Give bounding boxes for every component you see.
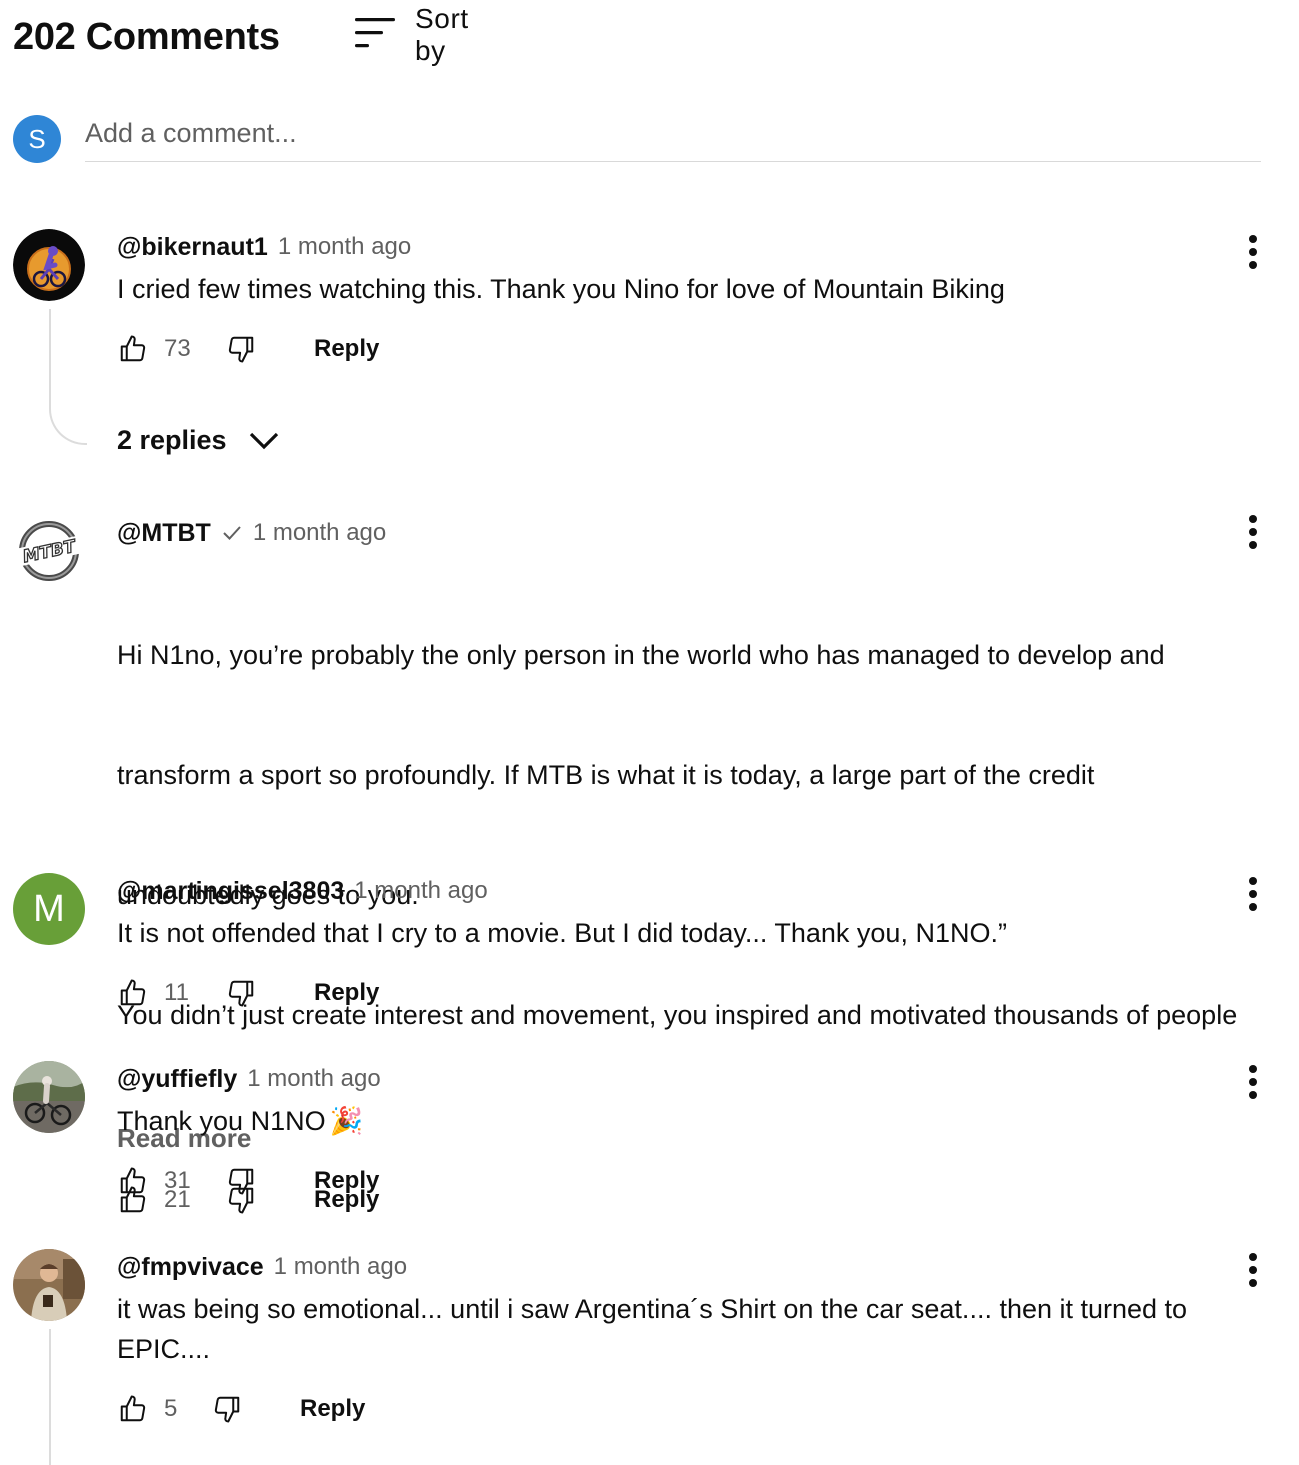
like-count: 5 [164, 1395, 178, 1422]
comment-thread: MTBT @MTBT 1 month ago Hi N1no, you’re p… [13, 515, 1293, 1214]
comment-time[interactable]: 1 month ago [253, 519, 386, 547]
replies-count-label: 2 replies [117, 425, 227, 455]
person-photo-icon [13, 1249, 85, 1321]
comments-header: 202 Comments Sort by [13, 3, 468, 66]
comment-meta: @yuffiefly 1 month ago [117, 1061, 1287, 1097]
view-replies-button[interactable]: 2 replies [117, 425, 279, 456]
thumbs-down-icon[interactable] [225, 333, 257, 365]
thumbs-down-icon[interactable] [211, 1393, 243, 1425]
more-vert-icon[interactable] [1238, 509, 1268, 555]
comment-meta: @MTBT 1 month ago [117, 515, 1287, 551]
comment-actions: 11 Reply [117, 973, 1287, 1013]
author-avatar[interactable] [13, 229, 85, 301]
like-count: 31 [164, 1167, 191, 1194]
thumbs-up-icon[interactable] [117, 977, 149, 1009]
sort-by-button[interactable]: Sort by [355, 3, 469, 66]
comments-count-title: 202 Comments [13, 15, 280, 58]
reply-button[interactable]: Reply [300, 1395, 365, 1423]
comment-body: @bikernaut1 1 month ago I cried few time… [117, 229, 1287, 369]
comment-actions: 73 Reply [117, 329, 1287, 369]
comment-author[interactable]: @fmpvivace [117, 1253, 264, 1282]
comment-author[interactable]: @bikernaut1 [117, 233, 268, 262]
add-comment-row: S [13, 105, 1263, 165]
comment-thread: @yuffiefly 1 month ago Thank you N1NO 🎉 3… [13, 1061, 1293, 1211]
comment-body: @martingissel3803 1 month ago It is not … [117, 873, 1287, 1013]
reply-button[interactable]: Reply [314, 979, 379, 1007]
comment-actions: 5 Reply [117, 1389, 1287, 1429]
thumbs-up-icon[interactable] [117, 1393, 149, 1425]
checkmark-icon [221, 522, 243, 544]
current-user-avatar: S [13, 115, 61, 163]
comment-thread: @bikernaut1 1 month ago I cried few time… [13, 229, 1293, 456]
like-count: 73 [164, 335, 191, 362]
comment-actions: 31 Reply [117, 1161, 1287, 1201]
thumbs-down-icon[interactable] [225, 977, 257, 1009]
sort-lines-icon [355, 17, 395, 53]
thumbs-down-icon[interactable] [225, 1165, 257, 1197]
comment-text: Hi N1no, you’re probably the only person… [117, 555, 1287, 1115]
thumbs-up-icon[interactable] [117, 1165, 149, 1197]
comment-time[interactable]: 1 month ago [354, 877, 487, 905]
author-avatar[interactable]: M [13, 873, 85, 945]
comment-meta: @martingissel3803 1 month ago [117, 873, 1287, 909]
more-vert-icon[interactable] [1238, 229, 1268, 275]
like-count: 11 [164, 979, 189, 1006]
more-vert-icon[interactable] [1238, 871, 1268, 917]
add-comment-input[interactable] [85, 105, 1261, 162]
comment-time[interactable]: 1 month ago [274, 1253, 407, 1281]
sort-by-label: Sort by [415, 3, 469, 66]
comment-text-line: Hi N1no, you’re probably the only person… [117, 640, 1165, 670]
avatar-letter: M [33, 887, 65, 930]
thread-line [49, 1329, 51, 1465]
author-avatar[interactable] [13, 1249, 85, 1321]
cyclist-avatar-icon [13, 229, 85, 301]
comment-text: I cried few times watching this. Thank y… [117, 274, 1005, 304]
comment-time[interactable]: 1 month ago [247, 1065, 380, 1093]
comment-text-content: Thank you N1NO [117, 1106, 326, 1136]
thumbs-up-icon[interactable] [117, 333, 149, 365]
author-avatar[interactable] [13, 1061, 85, 1133]
reply-button[interactable]: Reply [314, 335, 379, 363]
comment-text: It is not offended that I cry to a movie… [117, 918, 1007, 948]
comment-meta: @bikernaut1 1 month ago [117, 229, 1287, 265]
author-avatar[interactable]: MTBT [13, 515, 85, 587]
more-vert-icon[interactable] [1238, 1059, 1268, 1105]
chevron-down-icon [249, 432, 278, 449]
comment-body: @fmpvivace 1 month ago it was being so e… [117, 1249, 1287, 1429]
comment-time[interactable]: 1 month ago [278, 233, 411, 261]
party-popper-emoji: 🎉 [329, 1106, 364, 1136]
comment-thread: @fmpvivace 1 month ago it was being so e… [13, 1249, 1293, 1465]
thread-line [49, 309, 51, 409]
comment-text: Thank you N1NO 🎉 [117, 1101, 1287, 1141]
reply-button[interactable]: Reply [314, 1167, 379, 1195]
comment-body: @yuffiefly 1 month ago Thank you N1NO 🎉 3… [117, 1061, 1287, 1201]
mtbt-logo-avatar: MTBT [13, 515, 85, 587]
comment-author[interactable]: @martingissel3803 [117, 877, 344, 906]
comment-author[interactable]: @yuffiefly [117, 1065, 237, 1094]
comment-text-line: transform a sport so profoundly. If MTB … [117, 760, 1095, 790]
rider-photo-icon [13, 1061, 85, 1133]
comment-text: it was being so emotional... until i saw… [117, 1294, 1188, 1364]
comment-author[interactable]: @MTBT [117, 519, 211, 548]
comment-thread: M @martingissel3803 1 month ago It is no… [13, 873, 1293, 1023]
more-vert-icon[interactable] [1238, 1247, 1268, 1293]
thread-curve [49, 407, 87, 445]
comment-meta: @fmpvivace 1 month ago [117, 1249, 1287, 1285]
